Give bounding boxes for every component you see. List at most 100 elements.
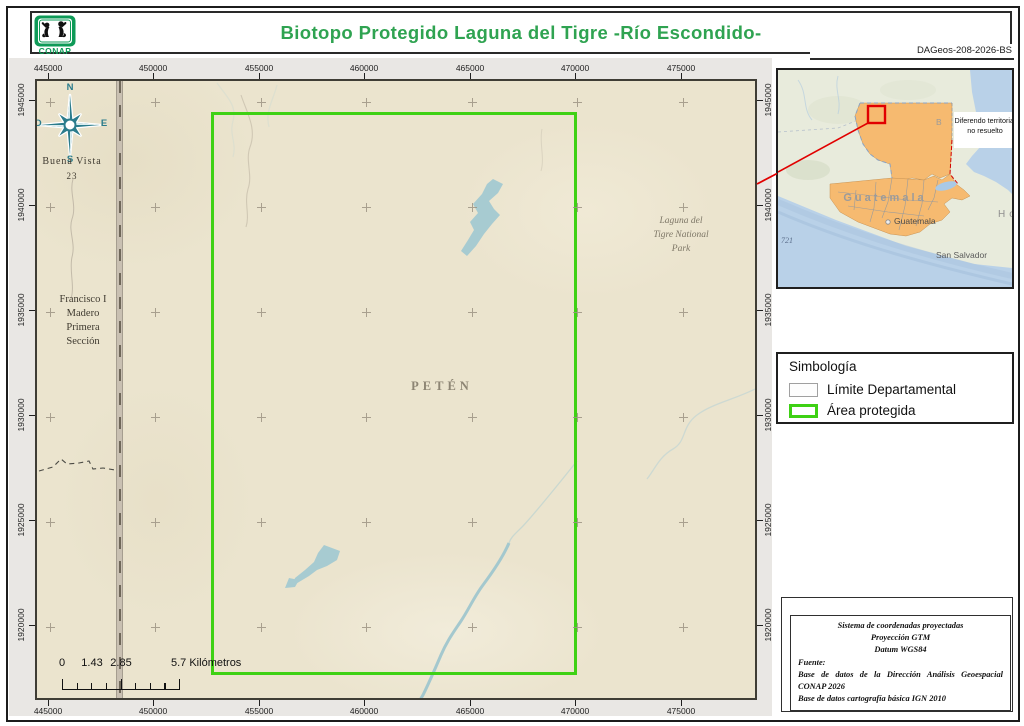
legend-box: Simbología Límite Departamental Área pro…	[776, 352, 1014, 424]
y-tick-label: 1935000	[16, 293, 26, 326]
scale-label-3: 5.7 Kilómetros	[171, 657, 241, 669]
territorial-dispute-note: Diferendo territorial no resuelto	[954, 112, 1014, 148]
x-tick-label: 475000	[667, 63, 695, 73]
grid-cross	[257, 518, 266, 527]
grid-cross	[362, 623, 371, 632]
y-tick-label: 1920000	[16, 608, 26, 641]
x-tick-label: 470000	[561, 63, 589, 73]
x-tick-label: 445000	[34, 63, 62, 73]
label-line: Sección	[37, 335, 129, 349]
label-line: Tigre National	[630, 228, 732, 242]
department-label-peten: PETÉN	[382, 379, 502, 394]
inset-label-belize-fragment: B	[936, 117, 942, 127]
grid-cross	[362, 413, 371, 422]
x-tick-label: 460000	[350, 706, 378, 716]
scale-bar-tick	[164, 683, 165, 690]
compass-west-label: O	[35, 118, 42, 129]
x-tick-label: 445000	[34, 706, 62, 716]
scale-label-0: 0	[55, 657, 69, 669]
scale-bar-tick	[179, 679, 180, 690]
y-tick-label: 1940000	[16, 188, 26, 221]
grid-cross	[46, 413, 55, 422]
legend-swatch-departmental-limit	[789, 383, 818, 397]
grid-cross	[257, 308, 266, 317]
x-tick-label: 475000	[667, 706, 695, 716]
label-line: Primera	[37, 321, 129, 335]
grid-cross	[468, 98, 477, 107]
scale-label-1: 1.43	[77, 657, 107, 669]
grid-cross	[573, 98, 582, 107]
y-tick-label: 1945000	[763, 83, 773, 116]
y-tick-label: 1945000	[16, 83, 26, 116]
scale-bar-tick	[62, 679, 63, 690]
scale-bar-tick	[121, 679, 122, 690]
inset-honduras-fragment: Ho	[998, 209, 1014, 220]
crs-projection: Proyección GTM	[798, 632, 1003, 644]
inset-san-salvador-label: San Salvador	[936, 250, 1014, 260]
tick-mark	[575, 700, 576, 706]
grid-cross	[468, 623, 477, 632]
grid-cross	[151, 203, 160, 212]
conap-logo-label: CONAP	[31, 46, 79, 56]
grid-cross	[468, 203, 477, 212]
tick-mark	[153, 700, 154, 706]
legend-title: Simbología	[789, 359, 857, 374]
inset-overview-map: B Gu Hond Diferendo territorial no resue…	[776, 68, 1014, 289]
tick-mark	[757, 520, 763, 521]
map-canvas: N E S O Buena Vista 23 Francisco I Mader…	[35, 79, 757, 700]
scale-bar-tick	[91, 683, 92, 690]
inset-city-label: Guatemala	[894, 216, 968, 226]
grid-cross	[362, 98, 371, 107]
y-tick-label: 1930000	[763, 398, 773, 431]
inset-country-label: Guatemala	[820, 192, 950, 204]
y-tick-label: 1925000	[763, 503, 773, 536]
source-line: Base de datos cartografía básica IGN 201…	[798, 693, 1003, 705]
compass-east-label: E	[101, 118, 107, 129]
place-label-francisco-madero: Francisco I Madero Primera Sección	[37, 293, 129, 349]
grid-cross	[151, 413, 160, 422]
grid-cross	[151, 623, 160, 632]
grid-cross	[257, 413, 266, 422]
grid-cross	[257, 203, 266, 212]
place-label-buena-vista-number: 23	[37, 171, 107, 181]
grid-cross	[257, 98, 266, 107]
tick-mark	[757, 205, 763, 206]
label-line: Francisco I	[37, 293, 129, 307]
conap-logo-icon	[34, 15, 76, 47]
grid-cross	[679, 308, 688, 317]
grid-cross	[679, 203, 688, 212]
crs-title: Sistema de coordenadas proyectadas	[798, 620, 1003, 632]
grid-cross	[468, 518, 477, 527]
city-dot	[886, 220, 890, 224]
grid-cross	[468, 413, 477, 422]
grid-cross	[46, 308, 55, 317]
grid-cross	[257, 623, 266, 632]
label-line: Laguna del	[630, 214, 732, 228]
x-tick-label: 455000	[245, 706, 273, 716]
scale-bar-tick	[150, 683, 151, 690]
grid-cross	[573, 518, 582, 527]
x-tick-label: 465000	[456, 63, 484, 73]
grid-cross	[151, 98, 160, 107]
legend-label: Área protegida	[827, 403, 916, 418]
place-label-buena-vista: Buena Vista	[37, 156, 107, 167]
source-heading: Fuente:	[798, 657, 1003, 669]
source-line: Base de datos de la Dirección Análisis G…	[798, 669, 1003, 693]
grid-cross	[362, 203, 371, 212]
grid-cross	[573, 308, 582, 317]
x-tick-label: 450000	[139, 63, 167, 73]
document-code: DAGeos-208-2026-BS	[810, 44, 1014, 60]
x-tick-label: 450000	[139, 706, 167, 716]
compass-north-label: N	[67, 82, 74, 93]
scale-label-2: 2.85	[106, 657, 136, 669]
tick-mark	[757, 415, 763, 416]
legend-swatch-protected-area	[789, 404, 818, 418]
road	[116, 81, 123, 700]
grid-cross	[362, 518, 371, 527]
tick-mark	[757, 100, 763, 101]
label-line: Park	[630, 242, 732, 256]
x-tick-label: 460000	[350, 63, 378, 73]
grid-cross	[468, 308, 477, 317]
grid-cross	[573, 203, 582, 212]
grid-cross	[679, 413, 688, 422]
